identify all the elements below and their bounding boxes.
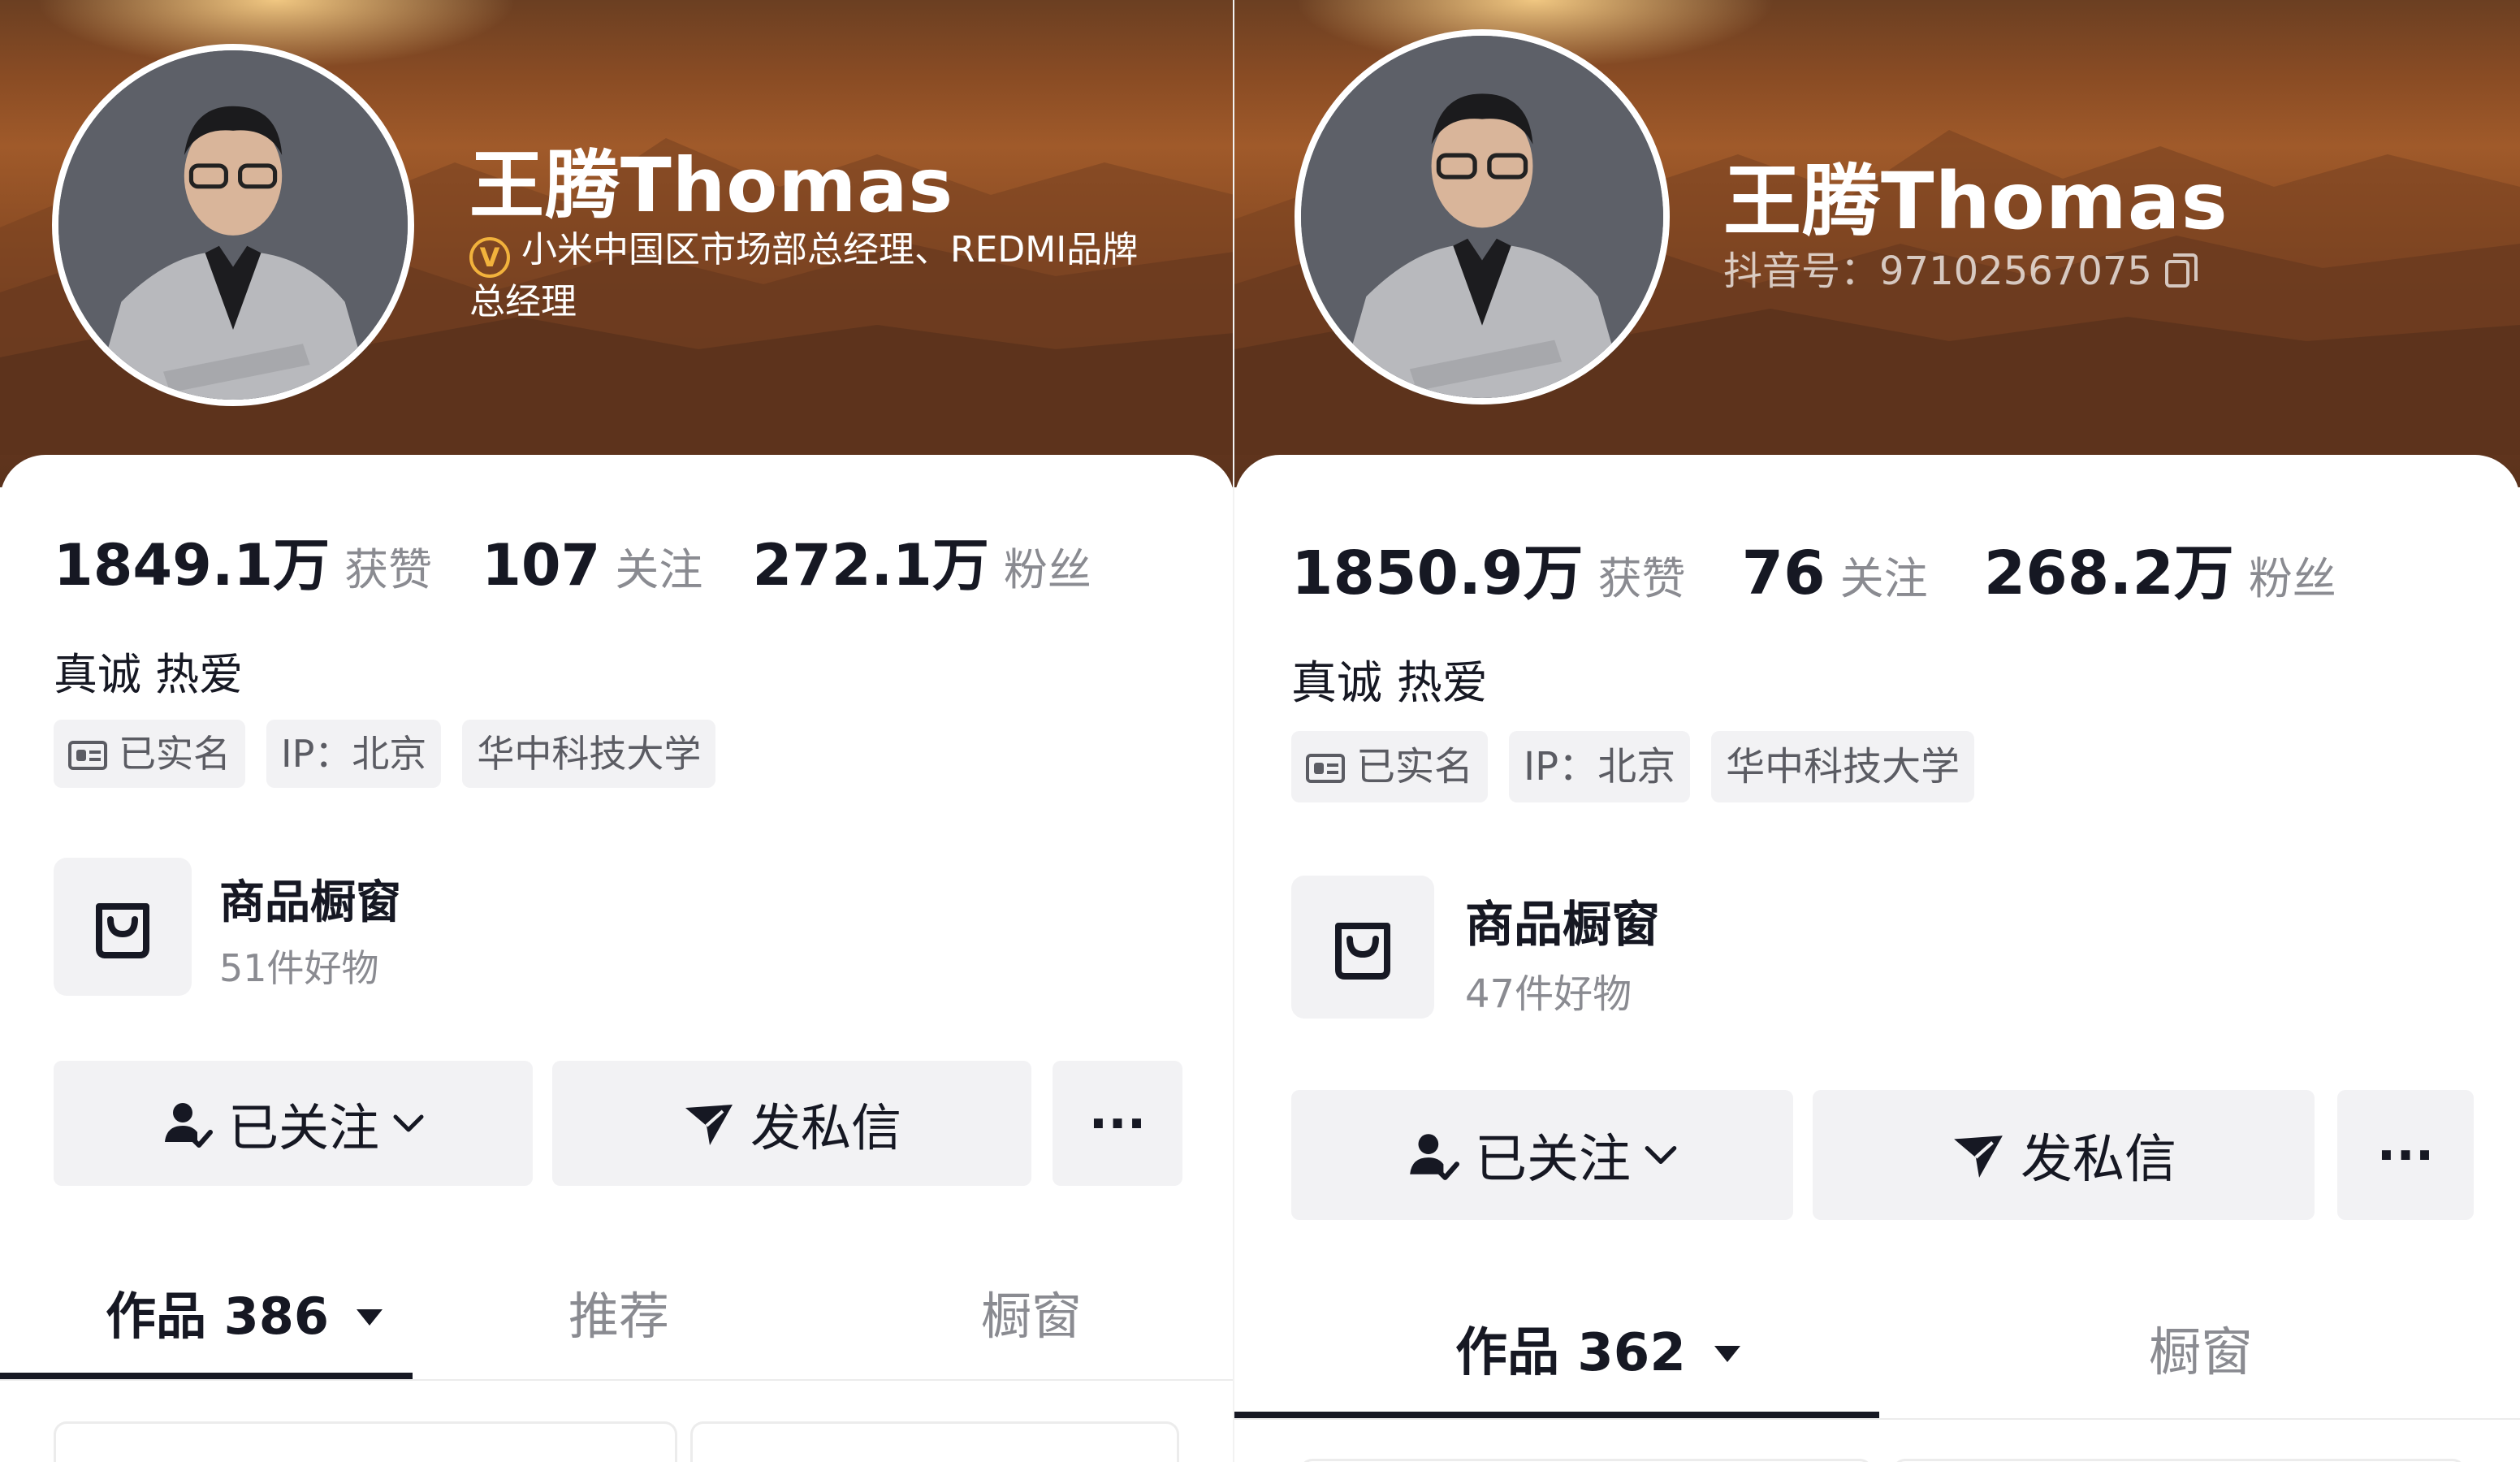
video-thumbnail[interactable]	[1892, 1459, 2466, 1462]
following-button[interactable]: 已关注	[1291, 1090, 1793, 1220]
avatar-portrait	[58, 50, 408, 400]
tab-showcase[interactable]: 橱窗	[2149, 1311, 2253, 1386]
douyin-id[interactable]: 抖音号：97102567075	[1723, 239, 2198, 296]
message-button[interactable]: 发私信	[1813, 1090, 2315, 1220]
profile-name: 王腾Thomas	[469, 142, 954, 229]
dropdown-triangle-icon	[356, 1309, 383, 1326]
profile-name: 王腾Thomas	[1723, 156, 2228, 247]
message-label: 发私信	[750, 1098, 901, 1157]
shopping-bag-icon	[96, 903, 149, 958]
stat-followers[interactable]: 272.1万 粉丝	[752, 520, 1091, 602]
stat-label: 粉丝	[2248, 553, 2336, 604]
copy-icon[interactable]	[2164, 253, 2198, 288]
send-icon	[1954, 1135, 2003, 1178]
tag-school[interactable]: 华中科技大学	[462, 720, 716, 788]
profile-card: 1849.1万 获赞 107 关注 272.1万 粉丝 真诚 热爱 已实名 IP：北京华…	[0, 455, 1234, 1462]
stat-followers[interactable]: 268.2万 粉丝	[1984, 525, 2336, 612]
tab-works[interactable]: 作品 386	[106, 1275, 386, 1348]
shop-window-icon-box[interactable]	[1291, 876, 1434, 1019]
user-check-icon	[1410, 1134, 1459, 1180]
stat-label: 关注	[1839, 553, 1928, 604]
verified-icon: V	[469, 237, 510, 278]
dropdown-triangle-icon	[1714, 1346, 1741, 1362]
tab-works[interactable]: 作品 362	[1455, 1311, 1744, 1386]
user-check-icon	[164, 1103, 213, 1148]
id-card-icon	[1306, 754, 1345, 783]
stat-label: 获赞	[1597, 553, 1686, 604]
verification-info: V 小米中国区市场部总经理、REDMI品牌总经理	[469, 226, 1168, 327]
following-label: 已关注	[227, 1098, 379, 1157]
avatar-portrait	[1301, 36, 1663, 398]
tab-divider	[1234, 1418, 2520, 1420]
avatar[interactable]	[52, 44, 414, 406]
profile-bio: 真诚 热爱	[54, 649, 244, 700]
send-icon	[685, 1105, 733, 1145]
active-tab-indicator	[1234, 1412, 1879, 1418]
more-icon: ···	[2376, 1125, 2435, 1185]
video-thumbnail[interactable]	[54, 1421, 677, 1462]
following-label: 已关注	[1475, 1130, 1631, 1190]
chevron-down-icon	[393, 1114, 424, 1132]
verification-text: 小米中国区市场部总经理、REDMI品牌总经理	[469, 229, 1139, 322]
more-button[interactable]: ···	[1053, 1061, 1182, 1186]
stat-following[interactable]: 107 关注	[482, 532, 702, 599]
stat-label: 关注	[615, 544, 703, 595]
stats-row: 1850.9万 获赞 76 关注 268.2万 粉丝	[1291, 525, 2382, 612]
stat-likes[interactable]: 1850.9万 获赞	[1291, 525, 1686, 612]
stat-value: 1849.1万	[54, 532, 331, 599]
tag-school[interactable]: 华中科技大学	[1711, 731, 1975, 802]
shop-window-icon-box[interactable]	[54, 858, 192, 996]
profile-panel-right: 王腾Thomas 抖音号：97102567075 1850.9万 获赞 76 关注 …	[1234, 0, 2520, 1462]
stat-likes[interactable]: 1849.1万 获赞	[54, 520, 432, 602]
tag-ip: IP：北京	[266, 720, 442, 788]
tab-recommend[interactable]: 推荐	[568, 1275, 669, 1348]
message-button[interactable]: 发私信	[552, 1061, 1031, 1186]
tag-label: 已实名	[119, 732, 231, 776]
video-thumbnail[interactable]	[1299, 1459, 1873, 1462]
tag-verified: 已实名	[1291, 731, 1489, 802]
shop-window-title[interactable]: 商品橱窗	[219, 866, 401, 932]
active-tab-indicator	[0, 1373, 413, 1379]
tab-label: 作品 362	[1455, 1323, 1686, 1383]
stat-value: 1850.9万	[1291, 539, 1584, 608]
chevron-down-icon	[1645, 1146, 1677, 1164]
shop-window-count: 51件好物	[219, 946, 379, 990]
tag-ip: IP：北京	[1509, 731, 1691, 802]
stat-label: 粉丝	[1003, 544, 1091, 595]
stat-label: 获赞	[344, 544, 433, 595]
profile-card: 1850.9万 获赞 76 关注 268.2万 粉丝 真诚 热爱 已实名 IP：北京 华中…	[1234, 455, 2520, 1462]
avatar[interactable]	[1295, 29, 1670, 404]
tab-label: 作品 386	[106, 1287, 330, 1346]
stat-value: 268.2万	[1983, 539, 2234, 608]
profile-panel-left: 王腾Thomas V 小米中国区市场部总经理、REDMI品牌总经理 1849.1万…	[0, 0, 1234, 1462]
douyin-id-text: 抖音号：97102567075	[1723, 249, 2152, 294]
profile-tags: 已实名 IP：北京 华中科技大学	[1291, 731, 1995, 802]
tab-divider	[0, 1379, 1234, 1381]
shopping-bag-icon	[1335, 923, 1390, 980]
tag-verified: 已实名	[54, 720, 245, 788]
tag-label: 已实名	[1356, 744, 1474, 789]
id-card-icon	[68, 741, 107, 770]
shop-window-title[interactable]: 商品橱窗	[1465, 885, 1660, 956]
following-button[interactable]: 已关注	[54, 1061, 533, 1186]
stats-row: 1849.1万 获赞 107 关注 272.1万 粉丝	[54, 520, 1137, 602]
stat-value: 272.1万	[752, 532, 989, 599]
tab-showcase[interactable]: 橱窗	[981, 1275, 1082, 1348]
more-button[interactable]: ···	[2337, 1090, 2474, 1220]
stat-value: 107	[482, 532, 601, 599]
message-label: 发私信	[2021, 1130, 2176, 1190]
stat-following[interactable]: 76 关注	[1742, 539, 1928, 608]
video-thumbnail[interactable]	[690, 1421, 1179, 1462]
profile-bio: 真诚 热爱	[1291, 657, 1488, 710]
more-icon: ···	[1088, 1093, 1147, 1153]
shop-window-count: 47件好物	[1465, 971, 1632, 1017]
profile-tags: 已实名 IP：北京 华中科技大学	[54, 720, 737, 788]
stat-value: 76	[1741, 539, 1826, 608]
